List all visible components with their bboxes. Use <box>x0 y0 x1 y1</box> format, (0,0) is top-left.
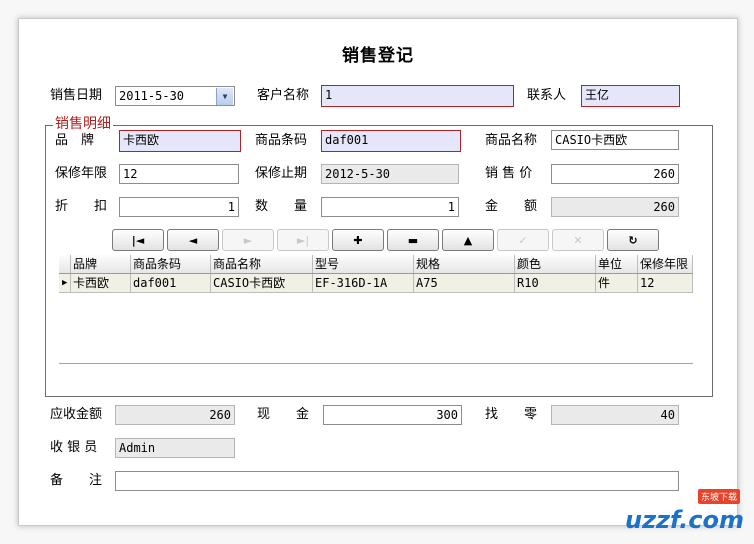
nav-cancel-button[interactable]: ✕ <box>552 229 604 251</box>
sales-detail-grid[interactable]: 品牌 商品条码 商品名称 型号 规格 颜色 单位 保修年限 ▶ 卡西欧 daf0… <box>59 255 693 385</box>
warranty-end-label: 保修止期 <box>255 166 308 181</box>
nav-last-button[interactable]: ►| <box>277 229 329 251</box>
site-watermark-logo: uzzf.com <box>625 506 744 534</box>
barcode-label: 商品条码 <box>255 133 308 148</box>
nav-prev-button[interactable]: ◄ <box>167 229 219 251</box>
nav-next-button[interactable]: ► <box>222 229 274 251</box>
grid-header: 品牌 商品条码 商品名称 型号 规格 颜色 单位 保修年限 <box>59 255 693 274</box>
cash-input[interactable]: 300 <box>323 405 462 425</box>
customer-label: 客户名称 <box>257 88 310 103</box>
contact-label: 联系人 <box>527 88 567 103</box>
remark-label: 备 注 <box>50 473 103 488</box>
nav-delete-button[interactable]: ▬ <box>387 229 439 251</box>
receivable-field: 260 <box>115 405 235 425</box>
table-cell[interactable]: EF-316D-1A <box>313 274 414 292</box>
grid-col-model[interactable]: 型号 <box>313 255 414 273</box>
product-name-label: 商品名称 <box>485 133 538 148</box>
brand-input[interactable]: 卡西欧 <box>119 130 241 152</box>
discount-label: 折 扣 <box>55 199 108 214</box>
customer-input[interactable]: 1 <box>321 85 514 107</box>
grid-col-warranty[interactable]: 保修年限 <box>638 255 693 273</box>
grid-col-color[interactable]: 颜色 <box>515 255 596 273</box>
warranty-years-label: 保修年限 <box>55 166 108 181</box>
table-cell[interactable]: 件 <box>596 274 638 292</box>
sale-date-label: 销售日期 <box>50 88 103 103</box>
contact-input[interactable]: 王亿 <box>581 85 680 107</box>
grid-col-barcode[interactable]: 商品条码 <box>131 255 211 273</box>
sale-date-value: 2011-5-30 <box>119 89 185 103</box>
cash-label: 现 金 <box>257 407 310 422</box>
row-indicator-icon: ▶ <box>59 274 71 292</box>
discount-input[interactable]: 1 <box>119 197 239 217</box>
table-cell[interactable]: daf001 <box>131 274 211 292</box>
warranty-end-field: 2012-5-30 <box>321 164 459 184</box>
sale-date-picker[interactable]: 2011-5-30 ▼ <box>115 86 235 106</box>
grid-col-name[interactable]: 商品名称 <box>211 255 313 273</box>
table-cell[interactable]: CASIO卡西欧 <box>211 274 313 292</box>
grid-col-unit[interactable]: 单位 <box>596 255 638 273</box>
grid-col-brand[interactable]: 品牌 <box>71 255 131 273</box>
table-cell[interactable]: 卡西欧 <box>71 274 131 292</box>
quantity-input[interactable]: 1 <box>321 197 459 217</box>
grid-bottom-divider <box>59 363 693 364</box>
remark-input[interactable] <box>115 471 679 491</box>
barcode-input[interactable]: daf001 <box>321 130 461 152</box>
form-window: 销售登记 销售日期 2011-5-30 ▼ 客户名称 1 联系人 王亿 销售明细… <box>18 18 738 526</box>
nav-refresh-button[interactable]: ↻ <box>607 229 659 251</box>
change-label: 找 零 <box>485 407 538 422</box>
nav-insert-button[interactable]: ✚ <box>332 229 384 251</box>
chevron-down-icon[interactable]: ▼ <box>216 88 233 105</box>
form-title: 销售登记 <box>342 46 414 66</box>
table-cell[interactable]: A75 <box>414 274 515 292</box>
table-cell[interactable]: R10 <box>515 274 596 292</box>
price-input[interactable]: 260 <box>551 164 679 184</box>
nav-first-button[interactable]: |◄ <box>112 229 164 251</box>
watermark-badge: 东坡下载 <box>697 489 740 504</box>
table-row[interactable]: ▶ 卡西欧 daf001 CASIO卡西欧 EF-316D-1A A75 R10… <box>59 274 693 293</box>
quantity-label: 数 量 <box>255 199 308 214</box>
brand-label: 品 牌 <box>55 133 95 148</box>
product-name-input[interactable]: CASIO卡西欧 <box>551 130 679 150</box>
price-label: 销 售 价 <box>485 166 533 181</box>
cashier-field: Admin <box>115 438 235 458</box>
grid-col-spec[interactable]: 规格 <box>414 255 515 273</box>
amount-field: 260 <box>551 197 679 217</box>
watermark-text: uzzf.com <box>625 506 744 534</box>
amount-label: 金 额 <box>485 199 538 214</box>
change-field: 40 <box>551 405 679 425</box>
receivable-label: 应收金额 <box>50 407 103 422</box>
nav-post-button[interactable]: ✓ <box>497 229 549 251</box>
table-cell[interactable]: 12 <box>638 274 693 292</box>
cashier-label: 收 银 员 <box>50 440 98 455</box>
nav-edit-button[interactable]: ▲ <box>442 229 494 251</box>
grid-indicator-header <box>59 255 71 273</box>
warranty-years-input[interactable]: 12 <box>119 164 239 184</box>
